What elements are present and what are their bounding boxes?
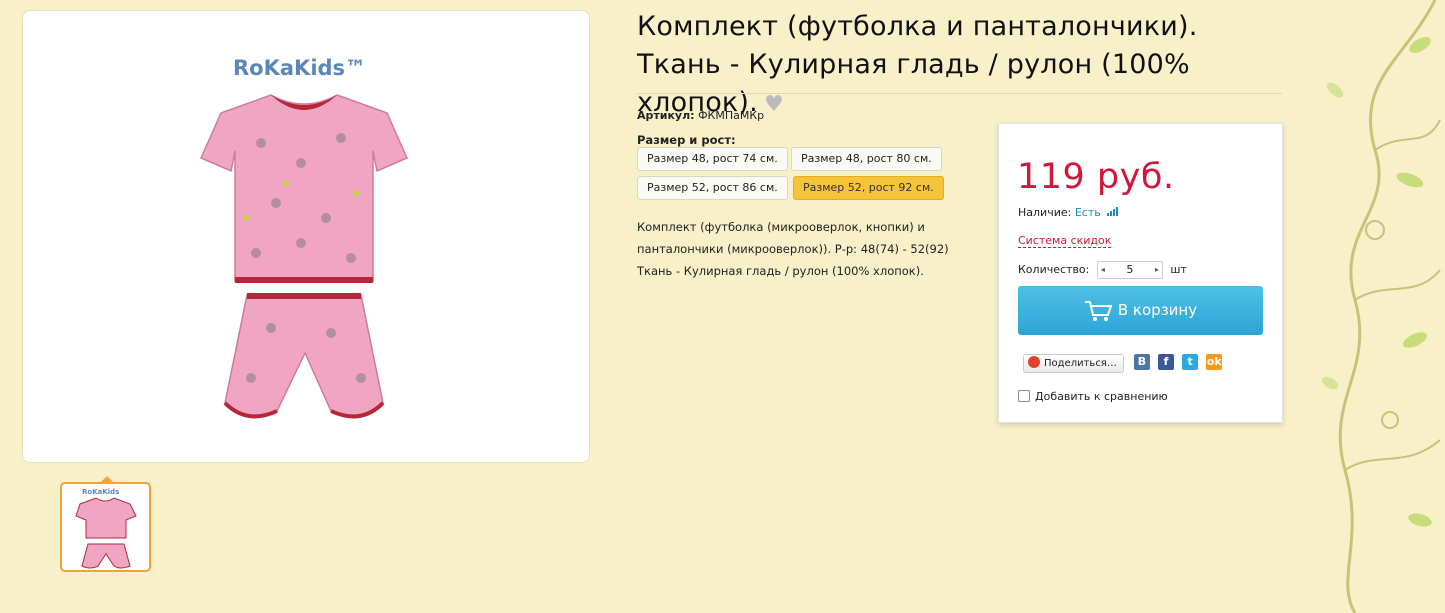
facebook-icon[interactable]: f [1158,354,1175,370]
size-option-52-92[interactable]: Размер 52, рост 92 см. [793,176,944,200]
add-to-cart-label: В корзину [1117,301,1198,319]
quantity-label: Количество: [1018,263,1090,276]
availability: Наличие: Есть [1018,206,1119,219]
quantity-unit: шт [1170,263,1187,276]
sku-value: ФКМПаМКр [698,109,765,122]
quantity-row: Количество: ◂ 5 ▸ шт [1018,261,1187,279]
stock-signal-icon [1107,206,1119,219]
sku-label: Артикул: [637,109,695,122]
buy-box: 119 руб. Наличие: Есть Система скидок Ко… [998,123,1283,423]
product-title: Комплект (футболка и панталончики). Ткан… [637,8,1287,124]
quantity-value[interactable]: 5 [1110,262,1150,278]
quantity-stepper[interactable]: ◂ 5 ▸ [1096,261,1163,279]
sku-row: Артикул: ФКМПаМКр [637,109,764,122]
share-label: Поделиться… [1044,358,1117,369]
add-to-compare[interactable]: Добавить к сравнению [1018,390,1168,404]
size-option-48-74[interactable]: Размер 48, рост 74 см. [637,147,788,171]
thumbnail-image: RoKaKids [75,488,137,569]
odnoklassniki-icon[interactable]: ok [1206,354,1223,370]
main-product-image-frame[interactable]: RoKaKids™ [22,10,590,463]
floral-ornament [1321,0,1441,613]
decrease-arrow-icon[interactable]: ◂ [1098,262,1108,278]
size-label: Размер и рост: [637,133,736,147]
size-option-52-86[interactable]: Размер 52, рост 86 см. [637,176,788,200]
description-line: панталончики (микрооверлок)). Р-р: 48(74… [637,242,949,256]
twitter-icon[interactable]: t [1182,354,1199,370]
compare-checkbox[interactable] [1018,390,1030,402]
brand-logo: RoKaKids™ [233,56,366,80]
product-title-text: Комплект (футболка и панталончики). Ткан… [637,11,1198,118]
availability-label: Наличие: [1018,206,1072,219]
share-row: Поделиться… В f t ok [1023,354,1223,373]
compare-label: Добавить к сравнению [1035,390,1168,403]
availability-value: Есть [1074,206,1101,219]
increase-arrow-icon[interactable]: ▸ [1152,262,1162,278]
product-thumbnail[interactable]: RoKaKids [60,482,151,572]
svg-text:RoKaKids: RoKaKids [82,488,119,496]
description-line: Комплект (футболка (микрооверлок, кнопки… [637,220,925,234]
vk-icon[interactable]: В [1133,354,1150,370]
size-option-48-80[interactable]: Размер 48, рост 80 см. [791,147,942,171]
yandex-share-icon [1028,356,1040,368]
add-to-cart-button[interactable]: В корзину [1018,286,1263,335]
description-line: Ткань - Кулирная гладь / рулон (100% хло… [637,264,924,278]
share-button[interactable]: Поделиться… [1023,354,1124,373]
product-photo: RoKaKids™ [200,56,408,419]
discount-system-link[interactable]: Система скидок [1018,234,1112,248]
cart-icon [1084,300,1113,321]
title-divider [637,93,1282,94]
price: 119 руб. [1017,157,1175,197]
product-description: Комплект (футболка (микрооверлок, кнопки… [637,216,982,282]
favorite-heart-icon[interactable]: ♥ [764,92,784,117]
